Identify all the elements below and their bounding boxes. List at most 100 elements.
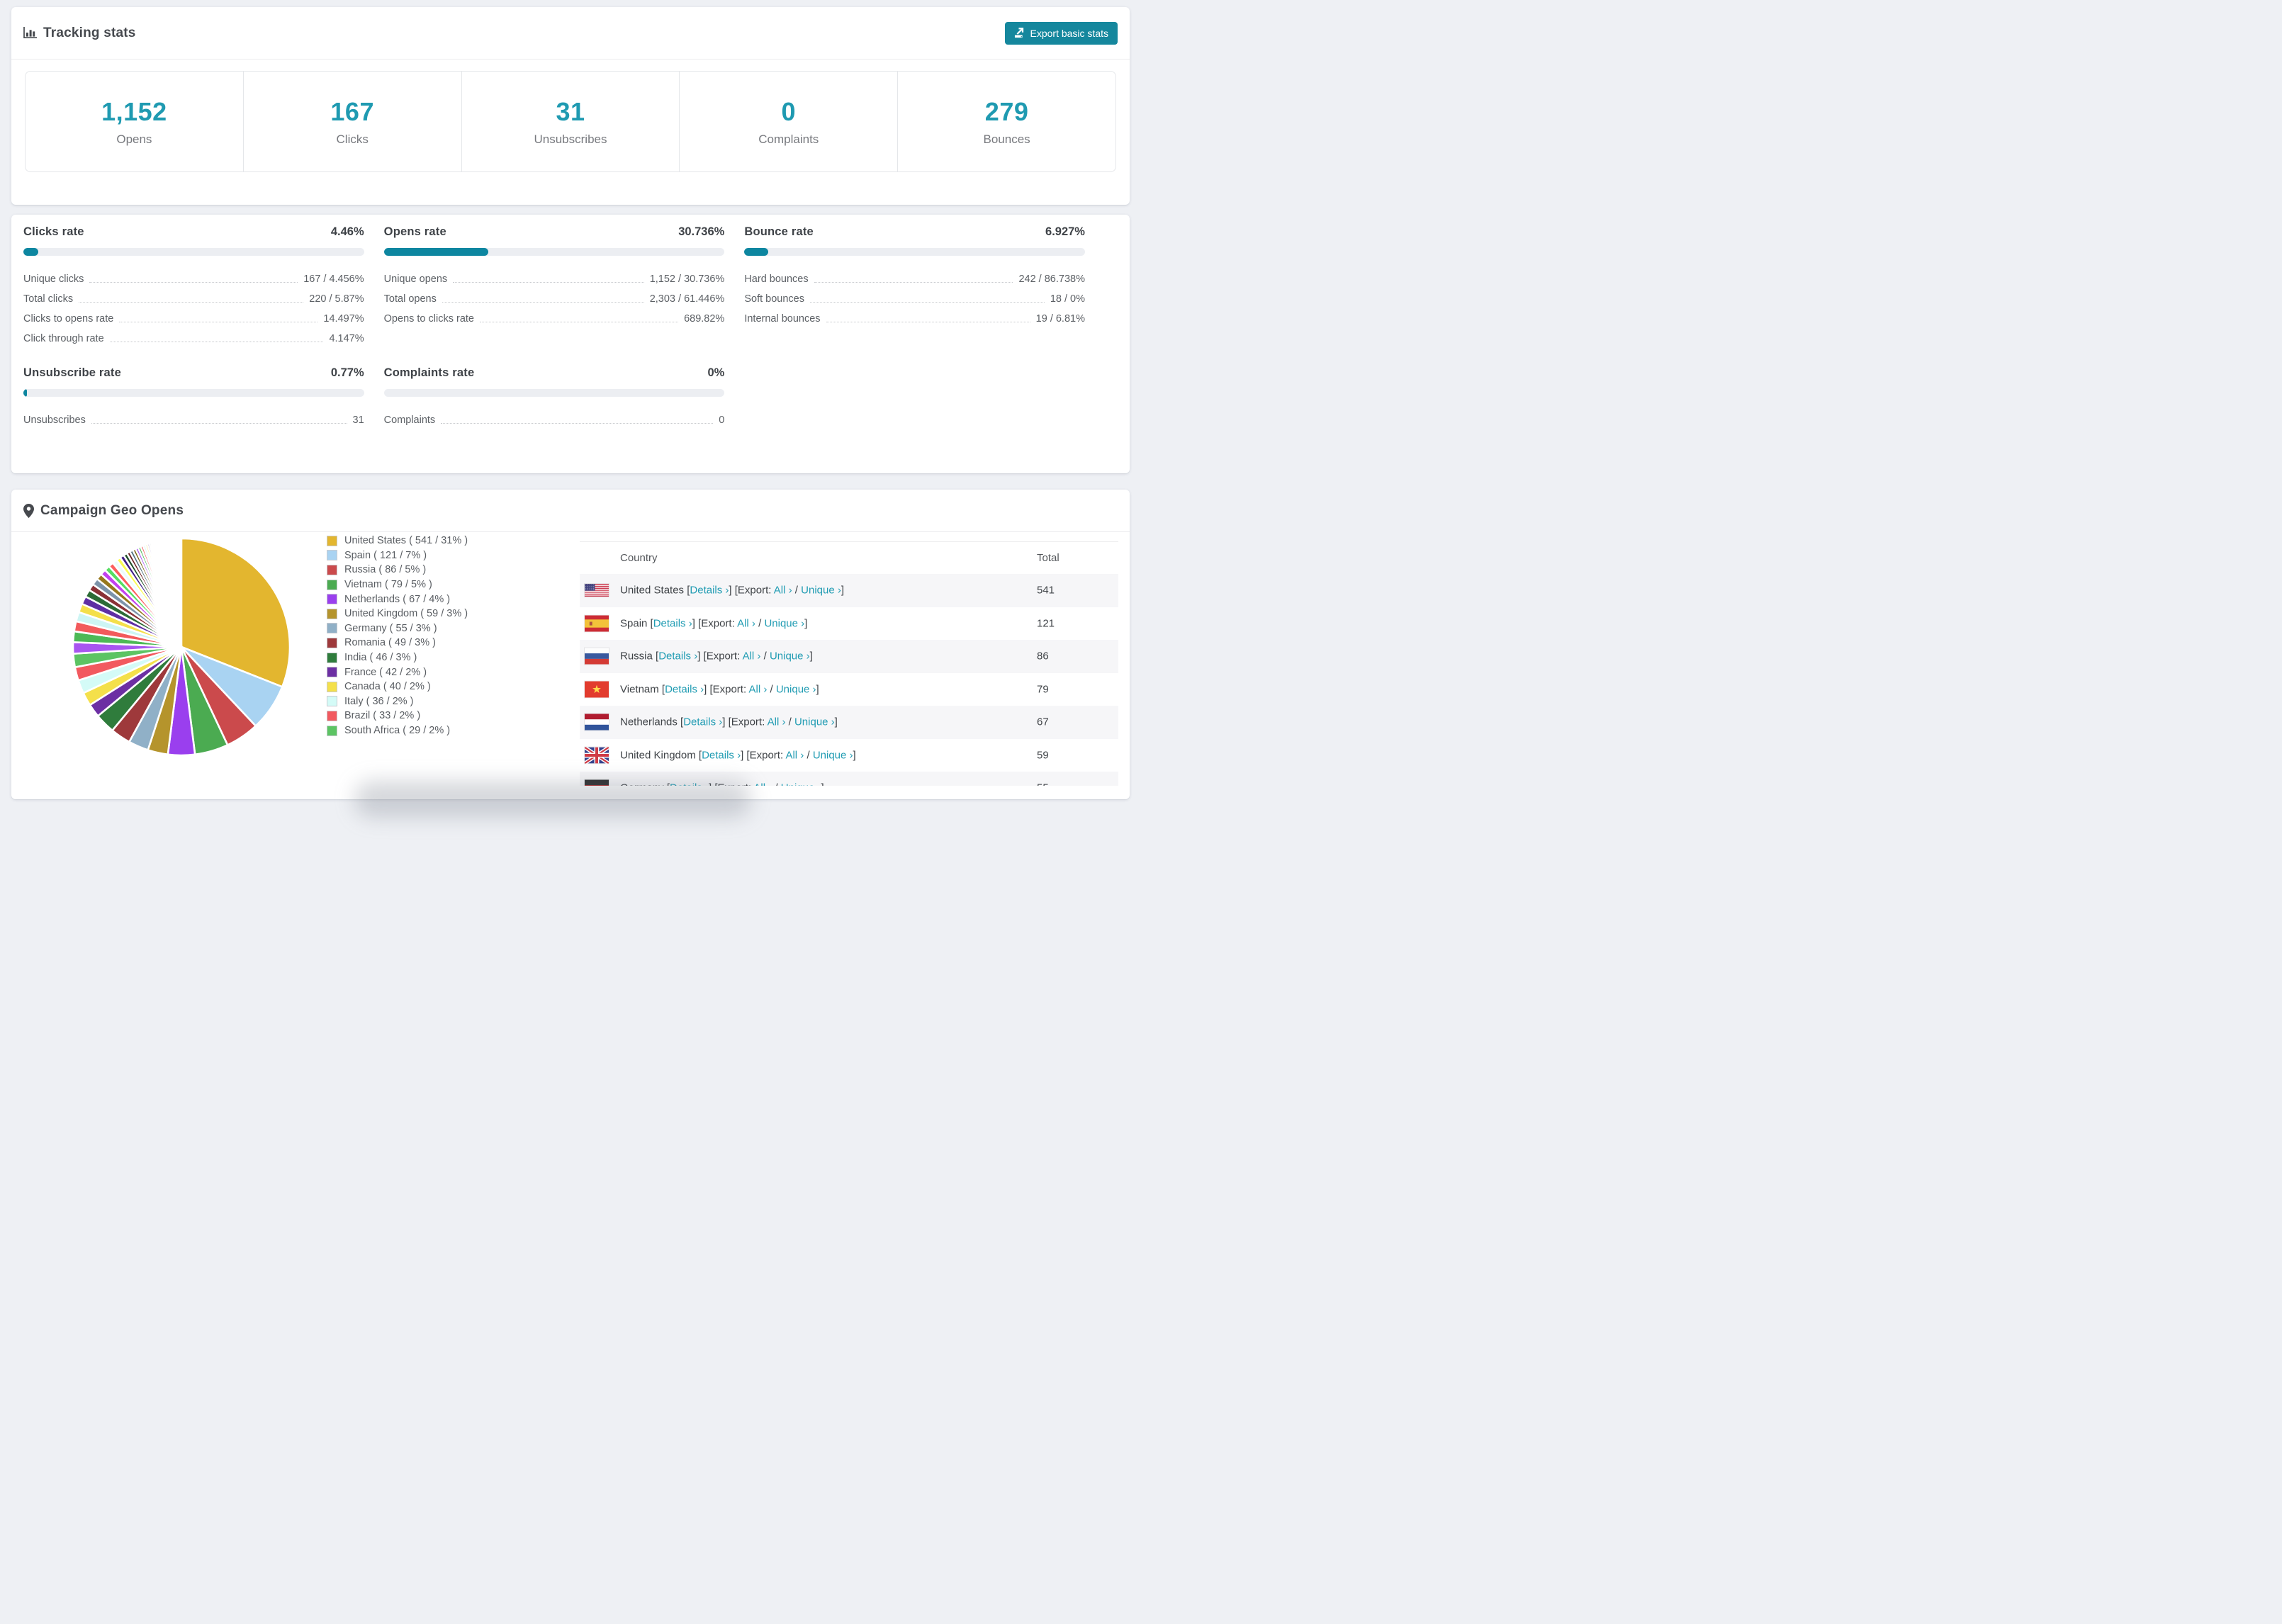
details-link-united-kingdom[interactable]: Details › [702,749,741,761]
export-all-link-netherlands[interactable]: All › [768,716,786,728]
export-all-link-russia[interactable]: All › [743,650,761,662]
progress-bar-bounce-rate [744,248,1085,256]
progress-bar-clicks-rate [23,248,364,256]
total-cell-russia: 86 [1037,650,1049,662]
rate-row-value: 689.82% [684,313,725,325]
legend-swatch [327,623,337,634]
rate-row-value: 242 / 86.738% [1018,274,1085,285]
progress-fill [744,248,768,256]
stat-cell-bounces: 279 Bounces [898,72,1115,171]
legend-item-vietnam: Vietnam ( 79 / 5% ) [327,577,468,592]
rate-head-opens-rate: Opens rate 30.736% [384,225,725,239]
es-flag-icon [585,615,609,632]
rate-title: Opens rate [383,225,446,238]
details-link-netherlands[interactable]: Details › [683,716,722,728]
details-link-vietnam[interactable]: Details › [665,683,704,695]
export-unique-link-germany[interactable]: Unique › [781,782,821,786]
legend-label: South Africa ( 29 / 2% ) [344,725,451,737]
tracking-stats-header: Tracking stats Export basic stats [11,7,1130,60]
legend-swatch [327,696,337,707]
rate-title: Bounce rate [744,225,814,238]
table-row-vietnam: Vietnam [Details ›] [Export: All › / Uni… [580,673,1118,706]
legend-swatch [327,579,337,590]
export-icon [1014,28,1025,38]
dotted-leader [442,302,644,303]
export-all-link-vietnam[interactable]: All › [748,683,767,695]
country-cell-russia: Russia [Details ›] [Export: All › / Uniq… [620,650,813,662]
rate-head-clicks-rate: Clicks rate 4.46% [23,225,364,239]
export-all-link-spain[interactable]: All › [737,617,755,629]
details-link-united-states[interactable]: Details › [690,585,729,597]
export-all-link-germany[interactable]: All › [753,782,772,786]
rate-row-unique-clicks: Unique clicks 167 / 4.456% [23,269,364,289]
stat-label-complaints: Complaints [758,132,819,146]
rate-rows: Complaints 0 [384,410,725,430]
export-unique-link-vietnam[interactable]: Unique › [776,683,816,695]
rate-value: 30.736% [678,225,725,238]
rate-head-unsubscribe-rate: Unsubscribe rate 0.77% [23,366,364,380]
stat-value-opens: 1,152 [101,96,167,126]
table-row-united-kingdom: United Kingdom [Details ›] [Export: All … [580,739,1118,772]
map-pin-icon [23,503,34,518]
progress-bar-unsubscribe-rate [23,389,364,397]
legend-label: Spain ( 121 / 7% ) [344,549,427,561]
total-cell-vietnam: 79 [1037,683,1049,696]
export-unique-link-netherlands[interactable]: Unique › [794,716,835,728]
export-unique-link-spain[interactable]: Unique › [764,617,804,629]
geo-header: Campaign Geo Opens [11,490,1130,532]
geo-pie-chart[interactable] [71,536,292,757]
rate-row-value: 0 [719,415,725,426]
ru-flag-icon [585,648,609,665]
table-row-russia: Russia [Details ›] [Export: All › / Uniq… [580,640,1118,673]
export-unique-link-united-states[interactable]: Unique › [801,585,841,597]
rate-row-label: Total opens [383,293,437,305]
legend-label: France ( 42 / 2% ) [344,666,427,678]
legend-item-india: India ( 46 / 3% ) [327,650,468,665]
dotted-leader [79,302,304,303]
legend-swatch [327,550,337,561]
rate-title: Unsubscribe rate [23,366,121,379]
total-cell-united-states: 541 [1037,584,1055,597]
rate-row-value: 19 / 6.81% [1035,313,1085,325]
progress-bar-opens-rate [383,248,725,256]
rate-block-unsubscribe-rate: Unsubscribe rate 0.77% Unsubscribes 31 [23,366,364,430]
tracking-stats-title: Tracking stats [43,25,136,40]
geo-legend: United States ( 541 / 31% ) Spain ( 121 /… [327,534,468,738]
bar-chart-icon [23,27,37,39]
gb-flag-icon [583,745,610,765]
rate-value: 4.46% [330,225,364,238]
progress-fill [23,389,27,397]
rate-row-label: Click through rate [23,333,104,344]
details-link-spain[interactable]: Details › [653,617,692,629]
country-cell-united-kingdom: United Kingdom [Details ›] [Export: All … [620,749,856,762]
legend-swatch [327,667,337,678]
progress-fill [383,248,489,256]
legend-swatch [327,652,337,663]
legend-item-netherlands: Netherlands ( 67 / 4% ) [327,592,468,607]
rate-head-bounce-rate: Bounce rate 6.927% [744,225,1085,239]
legend-item-romania: Romania ( 49 / 3% ) [327,636,468,650]
rate-row-value: 18 / 0% [1050,293,1085,305]
legend-swatch [327,594,337,605]
dotted-leader [89,282,298,283]
us-flag-icon [585,584,609,597]
stat-cell-complaints: 0 Complaints [680,72,899,171]
stat-cell-unsubscribes: 31 Unsubscribes [462,72,680,171]
rate-row-label: Total clicks [23,293,74,305]
export-basic-stats-button[interactable]: Export basic stats [1004,21,1118,45]
dotted-leader [441,423,714,424]
legend-swatch [327,681,337,692]
rate-block-bounce-rate: Bounce rate 6.927% Hard bounces 242 / 86.73… [744,225,1085,349]
export-all-link-united-states[interactable]: All › [774,585,792,597]
dotted-leader [814,282,1013,283]
country-cell-united-states: United States [Details ›] [Export: All ›… [620,584,845,597]
rate-row-value: 1,152 / 30.736% [649,274,725,285]
export-unique-link-russia[interactable]: Unique › [770,650,810,662]
rate-title: Clicks rate [23,225,84,238]
geo-title: Campaign Geo Opens [40,502,184,518]
export-unique-link-united-kingdom[interactable]: Unique › [813,749,853,761]
rate-row-unique-opens: Unique opens 1,152 / 30.736% [384,269,725,289]
stats-row: 1,152 Opens 167 Clicks 31 Unsubscribes 0 Compla… [25,71,1116,172]
export-all-link-united-kingdom[interactable]: All › [785,749,804,761]
details-link-russia[interactable]: Details › [658,650,697,662]
